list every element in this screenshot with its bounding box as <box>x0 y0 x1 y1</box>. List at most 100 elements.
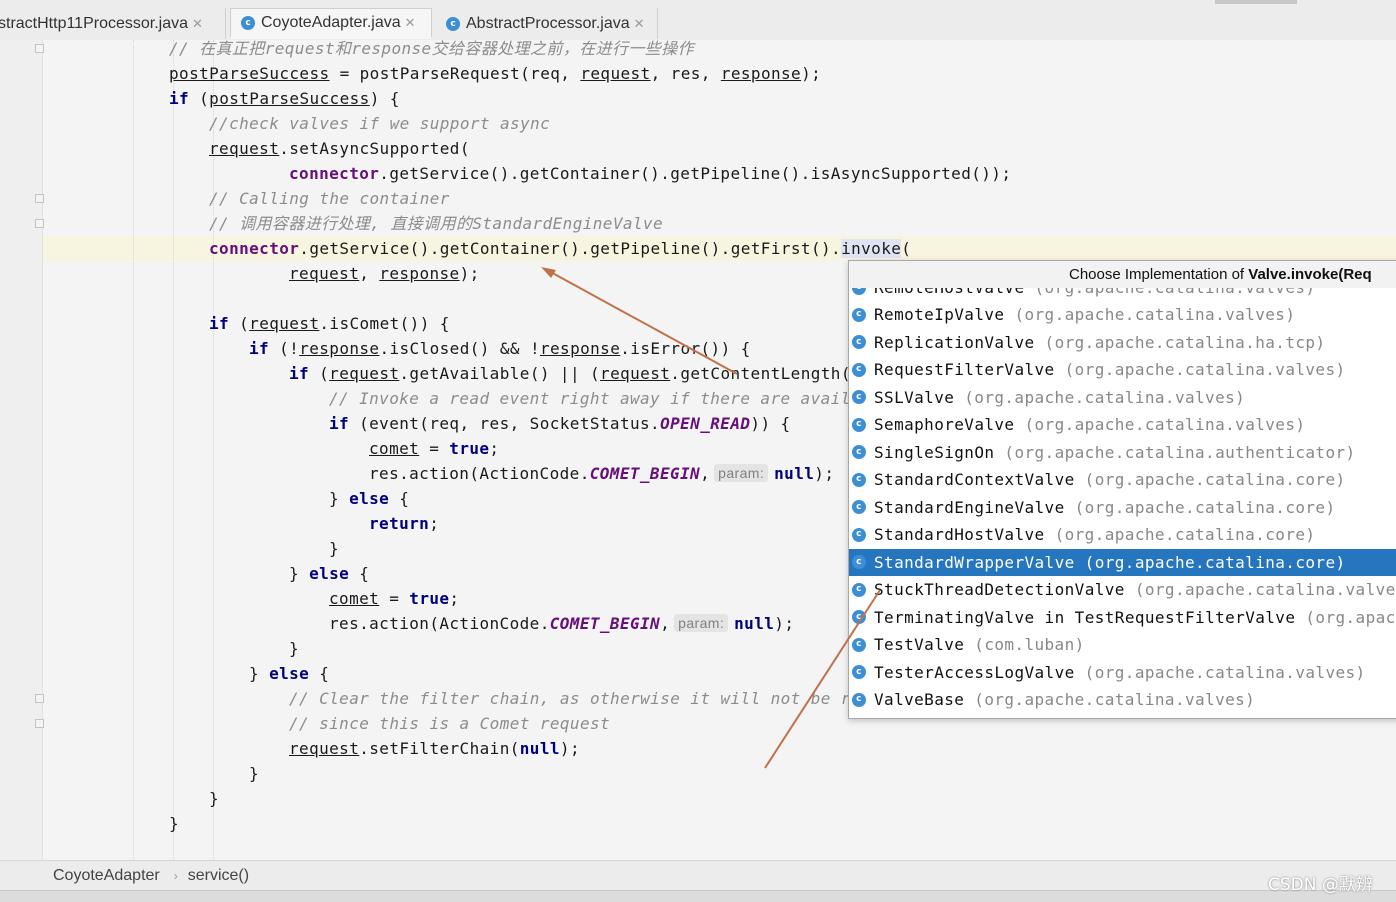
implementation-name: TestValve <box>874 635 965 654</box>
implementation-package: (org.apache.catalina.core) <box>1084 470 1346 489</box>
code-token: .getAvailable() || ( <box>399 364 601 383</box>
class-icon: c <box>852 692 866 707</box>
implementation-item[interactable]: c ReplicationValve (org.apache.catalina.ha… <box>849 329 1396 356</box>
code-token: postParseSuccess <box>209 89 370 108</box>
code-line: res.action(ActionCode.COMET_BEGIN, param:… <box>329 611 794 636</box>
implementation-item[interactable]: c SingleSignOn (org.apache.catalina.authen… <box>849 439 1396 466</box>
editor-tab-bar: stractHttp11Processor.java ✕ c CoyoteAda… <box>0 0 1396 41</box>
breadcrumb: CoyoteAdapter › service() <box>0 860 1396 891</box>
code-comment: // Calling the container <box>209 189 450 208</box>
code-line: } <box>169 811 179 836</box>
invoke-method-token[interactable]: invoke <box>841 239 902 258</box>
code-line: request, response); <box>289 261 480 286</box>
tab-abstract-http11-processor[interactable]: stractHttp11Processor.java ✕ <box>0 8 226 39</box>
code-comment: // Invoke a read event right away if the… <box>329 389 851 408</box>
tab-coyote-adapter[interactable]: c CoyoteAdapter.java ✕ <box>230 8 432 39</box>
code-line: } <box>249 761 259 786</box>
implementation-name: SSLValve <box>874 387 955 407</box>
code-token: request <box>329 364 400 383</box>
implementation-item[interactable]: c RemoteIpValve (org.apache.catalina.valve… <box>849 301 1396 328</box>
code-comment: // Clear the filter chain, as otherwise … <box>289 689 851 708</box>
code-keyword: return <box>369 514 430 533</box>
code-token: } <box>289 564 310 583</box>
code-keyword: true <box>409 589 450 608</box>
class-icon: c <box>241 15 255 30</box>
code-constant: COMET_BEGIN <box>549 614 661 633</box>
implementation-item[interactable]: c RemoteHostValve (org.apache.catalina.v… <box>849 288 1396 301</box>
fold-marker-icon[interactable] <box>35 44 44 53</box>
implementation-item[interactable]: c TesterAccessLogValve (org.apache.catalin… <box>849 659 1396 686</box>
implementation-name: TesterAccessLogValve <box>874 662 1075 682</box>
code-comment: //check valves if we support async <box>209 114 551 133</box>
tab-abstract-processor[interactable]: c AbstractProcessor.java ✕ <box>436 8 658 39</box>
choose-implementation-popup[interactable]: c RemoteHostValve (org.apache.catalina.v… <box>848 260 1396 719</box>
implementation-item[interactable]: c SSLValve (org.apache.catalina.valves) <box>849 384 1396 411</box>
indent-guide <box>173 40 174 860</box>
implementation-item[interactable]: c RequestFilterValve (org.apache.catalina.… <box>849 356 1396 383</box>
watermark: CSDN @默辨 <box>1268 875 1373 895</box>
implementation-item[interactable]: c StandardEngineValve (org.apache.catalina… <box>849 494 1396 521</box>
implementation-package: (org.apache.catalina.valves) <box>1024 415 1306 434</box>
fold-marker-icon[interactable] <box>35 219 44 228</box>
implementation-item[interactable]: c TerminatingValve in TestRequestFilterVa… <box>849 604 1396 631</box>
implementation-package: (org.apache.catalina.valves) <box>1014 305 1296 324</box>
class-icon: c <box>852 362 866 377</box>
implementation-item[interactable]: c StandardContextValve (org.apache.catalin… <box>849 466 1396 493</box>
fold-marker-icon[interactable] <box>35 719 44 728</box>
tab-label: stractHttp11Processor.java <box>0 14 189 32</box>
class-icon: c <box>446 16 460 31</box>
code-keyword: if <box>169 89 190 108</box>
code-token: .setAsyncSupported( <box>279 139 470 158</box>
code-line: postParseSuccess = postParseRequest(req,… <box>169 61 821 86</box>
implementation-package: (org.apache.catalina.core) <box>1054 525 1316 544</box>
class-icon: c <box>852 637 866 652</box>
code-token: ); <box>814 464 835 483</box>
code-line: // 在真正把request和response交给容器处理之前，在进行一些操作 <box>169 40 694 61</box>
code-token: ; <box>449 589 460 608</box>
implementation-item[interactable]: c StandardHostValve (org.apache.catalina.c… <box>849 521 1396 548</box>
fold-marker-icon[interactable] <box>35 694 44 703</box>
code-token: .getContentLength( <box>670 364 851 383</box>
implementation-item[interactable]: c ValveBase (org.apache.catalina.valves) <box>849 686 1396 713</box>
implementation-name: SingleSignOn <box>874 442 995 462</box>
close-icon[interactable]: ✕ <box>192 16 203 32</box>
implementation-name: TerminatingValve in TestRequestFilterVal… <box>874 607 1296 627</box>
code-token: ( <box>189 89 210 108</box>
code-line: if (request.getAvailable() || (request.g… <box>289 361 851 386</box>
code-token: ( <box>901 239 912 258</box>
implementation-package: (org.apache.catalina.valves) <box>974 690 1256 709</box>
code-keyword: else <box>269 664 310 683</box>
popup-title: Choose Implementation of Valve.invoke(Re… <box>849 261 1396 288</box>
close-icon[interactable]: ✕ <box>634 16 645 32</box>
implementation-list[interactable]: c RemoteHostValve (org.apache.catalina.v… <box>849 288 1396 718</box>
popup-title-prefix: Choose Implementation of <box>1069 266 1249 283</box>
class-icon: c <box>852 555 866 569</box>
implementation-name: StandardContextValve <box>874 470 1075 489</box>
close-icon[interactable]: ✕ <box>405 15 416 31</box>
code-token: ( <box>229 314 250 333</box>
code-token: .setFilterChain( <box>359 739 520 758</box>
implementation-package: (org.apach <box>1305 607 1396 627</box>
implementation-item[interactable]: c TestValve (com.luban) <box>849 631 1396 658</box>
class-icon: c <box>852 500 866 514</box>
code-token: res.action(ActionCode. <box>369 464 590 483</box>
implementation-item[interactable]: c SemaphoreValve (org.apache.catalina.valv… <box>849 411 1396 438</box>
fold-marker-icon[interactable] <box>35 194 44 203</box>
code-line: comet = true; <box>369 436 499 461</box>
code-line: if (!response.isClosed() && !response.is… <box>249 336 751 361</box>
code-token: response <box>720 64 802 83</box>
code-line: // since this is a Comet request <box>289 711 610 736</box>
breadcrumb-method[interactable]: service() <box>188 867 249 885</box>
editor-gutter <box>0 40 44 860</box>
code-token: .getService().getContainer().getPipeline… <box>379 164 1012 183</box>
implementation-item[interactable]: c StandardWrapperValve (org.apache.catalin… <box>849 548 1396 576</box>
code-keyword: null <box>519 739 560 758</box>
code-field: connector <box>209 239 300 258</box>
implementation-item[interactable]: c StuckThreadDetectionValve (org.apache.ca… <box>849 576 1396 603</box>
code-token: ; <box>489 439 500 458</box>
code-token: postParseSuccess <box>169 64 330 83</box>
class-icon: c <box>852 445 866 459</box>
code-token: ) { <box>369 89 400 108</box>
status-bar <box>0 890 1396 902</box>
breadcrumb-class[interactable]: CoyoteAdapter <box>53 867 160 885</box>
